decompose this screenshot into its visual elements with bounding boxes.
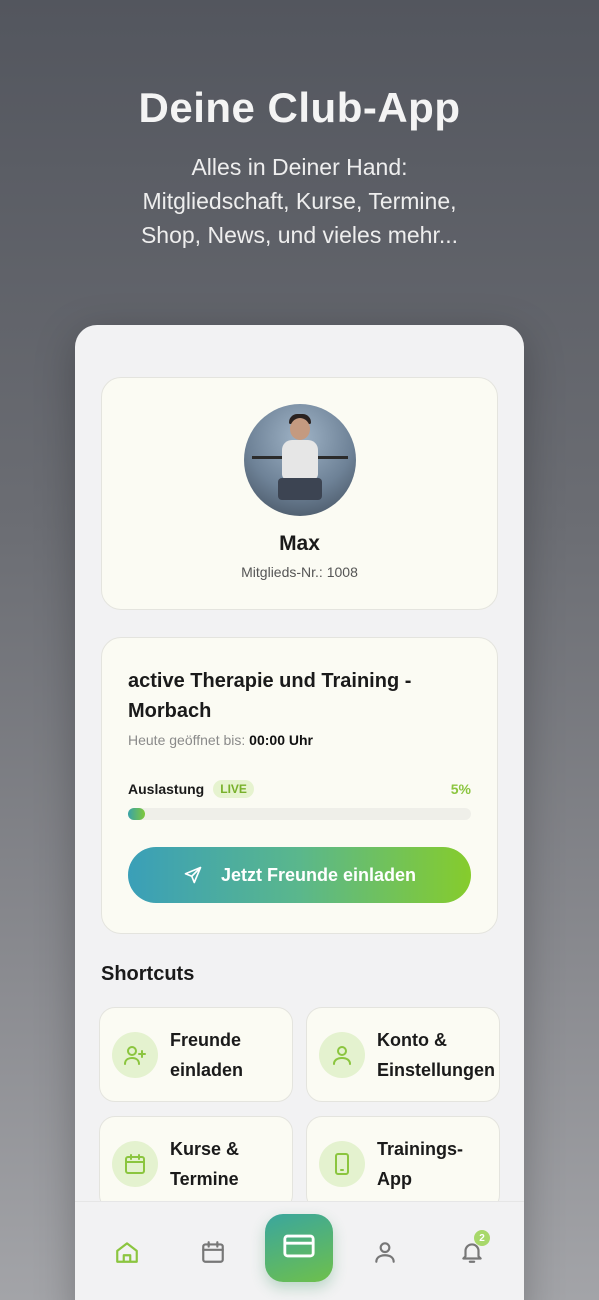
home-icon (114, 1239, 140, 1270)
user-plus-icon (112, 1031, 158, 1078)
profile-card[interactable]: Max Mitglieds-Nr.: 1008 (101, 377, 498, 610)
nav-home[interactable] (113, 1240, 141, 1268)
nav-notifications[interactable]: 2 (458, 1230, 490, 1268)
hero-section: Deine Club-App Alles in Deiner Hand: Mit… (0, 84, 599, 252)
load-progress-fill (128, 808, 146, 820)
load-row: Auslastung LIVE 5% (128, 780, 471, 798)
phone-icon (319, 1140, 365, 1187)
member-number: Mitglieds-Nr.: 1008 (241, 564, 358, 580)
shortcuts-heading: Shortcuts (101, 963, 195, 985)
shortcut-account-settings[interactable]: Konto & Einstellungen (306, 1007, 500, 1102)
nav-membership-card[interactable] (265, 1214, 333, 1282)
card-icon (282, 1229, 316, 1268)
hero-title: Deine Club-App (138, 84, 461, 131)
invite-friends-button[interactable]: Jetzt Freunde einladen (128, 847, 471, 903)
calendar-icon (112, 1140, 158, 1187)
opening-label: Heute geöffnet bis: (128, 732, 246, 748)
bottom-navbar: 2 (75, 1201, 524, 1300)
shortcut-courses-appointments[interactable]: Kurse & Termine (99, 1116, 293, 1211)
shortcut-label: Kurse & Termine (170, 1138, 240, 1189)
invite-button-label: Jetzt Freunde einladen (220, 864, 417, 885)
avatar[interactable] (243, 404, 356, 516)
calendar-icon (200, 1239, 226, 1270)
studio-title: active Therapie und Training - Morbach (128, 670, 412, 722)
opening-hours: Heute geöffnet bis: 00:00 Uhr (128, 732, 471, 748)
shortcut-training-app[interactable]: Trainings- App (306, 1116, 500, 1211)
shortcut-label: Konto & Einstellungen (377, 1029, 496, 1080)
load-percent: 5% (450, 781, 471, 797)
app-screen: Max Mitglieds-Nr.: 1008 active Therapie … (75, 325, 524, 1300)
send-icon (183, 865, 203, 885)
shortcut-label: Freunde einladen (170, 1029, 244, 1080)
hero-subtitle: Alles in Deiner Hand: Mitgliedschaft, Ku… (140, 154, 459, 248)
shortcut-label: Trainings- App (377, 1138, 464, 1189)
user-icon (372, 1239, 398, 1270)
user-icon (319, 1031, 365, 1078)
shortcut-invite-friends[interactable]: Freunde einladen (99, 1007, 293, 1102)
live-badge: LIVE (213, 780, 254, 798)
load-progress-bar (128, 808, 471, 820)
opening-time: 00:00 Uhr (249, 732, 313, 748)
studio-card: active Therapie und Training - Morbach H… (101, 637, 498, 934)
profile-name: Max (279, 532, 320, 555)
nav-profile[interactable] (371, 1240, 399, 1268)
load-label: Auslastung (128, 781, 205, 797)
notification-badge: 2 (474, 1230, 490, 1246)
nav-calendar[interactable] (199, 1240, 227, 1268)
